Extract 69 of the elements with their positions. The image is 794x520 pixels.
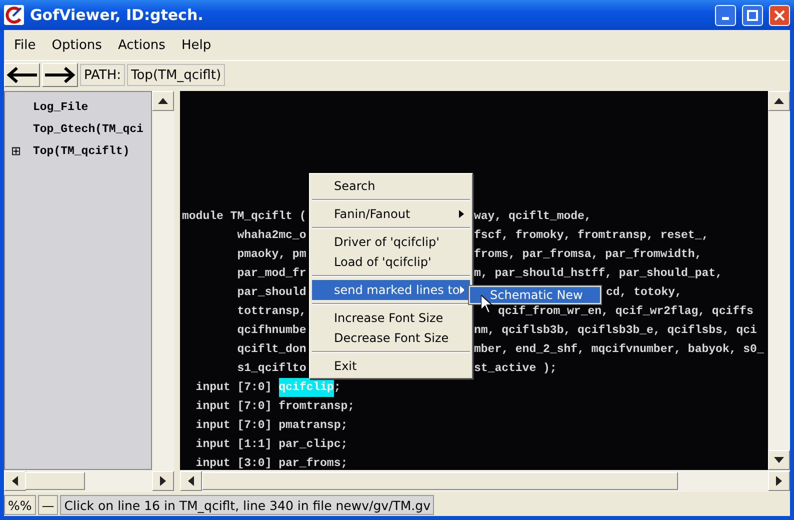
menu-item[interactable]: Driver of 'qcifclip' [312, 232, 470, 252]
menu-item[interactable]: Search [312, 176, 470, 196]
scroll-left-icon [10, 476, 20, 486]
code-line: ; [334, 380, 341, 396]
code-line: par_should [236, 286, 306, 299]
horizontal-scrollbar[interactable] [180, 470, 790, 492]
menu-item[interactable]: Schematic New [470, 287, 600, 303]
scroll-right-icon [774, 476, 784, 486]
code-line: nm, qciflsb3b, qciflsb3b_e, qciflsbs, qci [474, 323, 757, 339]
menu-item[interactable]: File [6, 38, 44, 52]
scroll-up-icon [158, 96, 168, 106]
code-line: m, par_should_hstff, par_should_pat, [474, 266, 722, 282]
tree-item[interactable]: Top_Gtech(TM_qci [33, 122, 144, 136]
menu-item[interactable]: Actions [110, 38, 174, 52]
vertical-scrollbar[interactable] [768, 91, 790, 470]
code-line: module TM_qciflt ( [182, 210, 306, 223]
tree-item[interactable]: Log_File [33, 100, 88, 114]
code-line: tottransp, [236, 305, 306, 318]
scroll-left-icon [186, 476, 196, 486]
tree-item[interactable]: Top(TM_qciflt) [33, 144, 130, 158]
maximize-button[interactable] [742, 4, 763, 26]
code-line: way, qciflt_mode, [474, 209, 592, 225]
code-line: st_active ); [474, 361, 557, 377]
app-logo-icon [4, 5, 24, 25]
status-message: Click on line 16 in TM_qciflt, line 340 in file newv/gv/TM.gv [60, 495, 434, 515]
code-line: input [1:1] par_clipc; [194, 437, 348, 453]
code-line: froms, par_fromsa, par_fromwidth, [474, 247, 702, 263]
code-line: input [7:0] [194, 380, 273, 396]
menu-item[interactable]: Exit [312, 356, 470, 376]
menu-item[interactable]: Fanin/Fanout [312, 204, 470, 224]
scroll-down-icon [774, 455, 784, 465]
submenu-arrow-icon [460, 286, 464, 294]
code-line: par_mod_fr [236, 267, 306, 280]
maximize-icon [747, 10, 758, 20]
expand-toggle[interactable]: ⊞ [11, 144, 23, 158]
forward-button[interactable] [42, 63, 78, 87]
code-line: whaha2mc_o [236, 229, 306, 242]
menu-item[interactable]: Decrease Font Size [312, 328, 470, 348]
scroll-right-icon [158, 476, 168, 486]
vertical-scrollbar[interactable] [152, 91, 174, 470]
status-indicator: — [38, 495, 58, 515]
code-line: qcif_from_wr_en, qcif_wr2flag, qciffs [498, 304, 754, 320]
horizontal-scrollbar[interactable] [4, 470, 174, 492]
window-title: GofViewer, ID:gtech. [30, 6, 204, 24]
code-line: qcifhnumbe [236, 324, 306, 337]
code-line: input [7:0] fromtransp; [194, 399, 355, 415]
code-line: mber, end_2_shf, mqcifvnumber, babyok, s0_ [474, 342, 764, 358]
menu-item[interactable]: Increase Font Size [312, 308, 470, 328]
minimize-icon [722, 16, 729, 20]
close-button[interactable] [769, 4, 790, 26]
code-line: cd, totoky, [606, 285, 682, 301]
path-label: PATH: [80, 64, 125, 86]
status-mode: %% [4, 495, 36, 515]
menu-item[interactable]: send marked lines to [312, 280, 470, 300]
close-icon [774, 10, 785, 20]
menu-item[interactable]: Options [44, 38, 110, 52]
code-line: qciflt_don [236, 343, 306, 356]
menu-item[interactable]: Load of 'qcifclip' [312, 252, 470, 272]
path-field: Top(TM_qciflt) [127, 64, 226, 86]
code-line: input [3:0] par_froms; [194, 456, 348, 470]
menu-item[interactable]: Help [173, 38, 220, 52]
code-line: s1_qciflto [236, 362, 306, 375]
minimize-button[interactable] [715, 4, 736, 26]
code-line: input [7:0] pmatransp; [194, 418, 348, 434]
submenu-arrow-icon [459, 210, 464, 218]
scroll-up-icon [774, 96, 784, 106]
back-button[interactable] [4, 63, 40, 87]
code-line: fscf, fromoky, fromtransp, reset_, [474, 228, 709, 244]
code-line: pmaoky, pm [236, 248, 306, 261]
